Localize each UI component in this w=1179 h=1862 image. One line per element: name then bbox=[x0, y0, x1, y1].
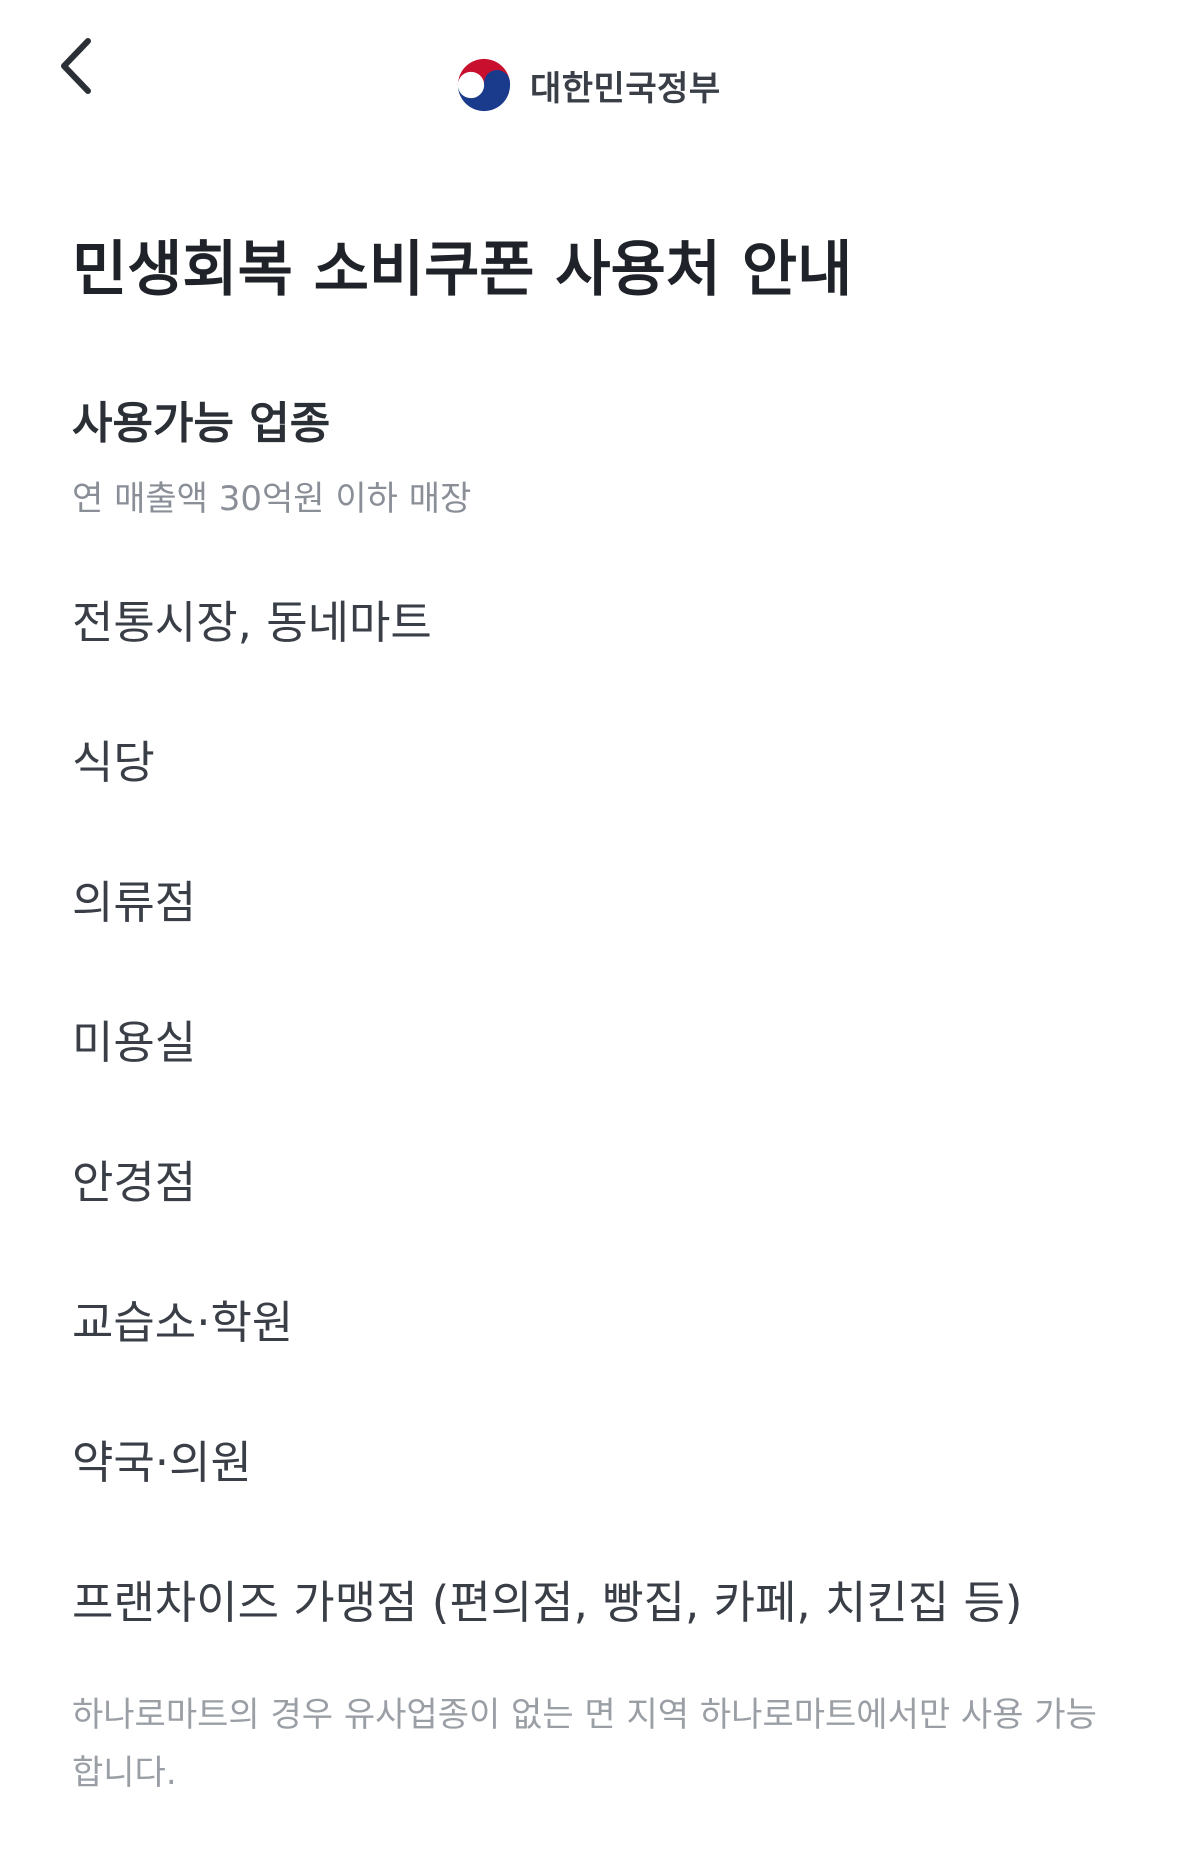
category-item: 교습소·학원 bbox=[72, 1296, 294, 1349]
chevron-left-icon bbox=[61, 38, 91, 94]
category-item: 의류점 bbox=[72, 876, 197, 929]
category-list: 전통시장, 동네마트 식당 의류점 미용실 안경점 교습소·학원 약국·의원 프… bbox=[72, 590, 1022, 1710]
category-item: 약국·의원 bbox=[72, 1436, 252, 1489]
category-item: 식당 bbox=[72, 736, 155, 789]
government-brand: 대한민국정부 bbox=[452, 52, 721, 118]
category-item: 미용실 bbox=[72, 1016, 197, 1069]
usage-note: 하나로마트의 경우 유사업종이 없는 면 지역 하나로마트에서만 사용 가능합니… bbox=[72, 1695, 1097, 1793]
taegeuk-emblem-icon bbox=[453, 54, 515, 116]
section-title: 사용가능 업종 bbox=[72, 398, 331, 449]
back-button[interactable] bbox=[48, 30, 104, 102]
section-subtitle: 연 매출액 30억원 이하 매장 bbox=[72, 479, 472, 519]
category-item: 전통시장, 동네마트 bbox=[72, 596, 432, 649]
category-item: 안경점 bbox=[72, 1156, 197, 1209]
top-bar: 대한민국정부 bbox=[0, 0, 1179, 170]
brand-name: 대한민국정부 bbox=[530, 68, 721, 109]
page-title: 민생회복 소비쿠폰 사용처 안내 bbox=[72, 235, 853, 305]
